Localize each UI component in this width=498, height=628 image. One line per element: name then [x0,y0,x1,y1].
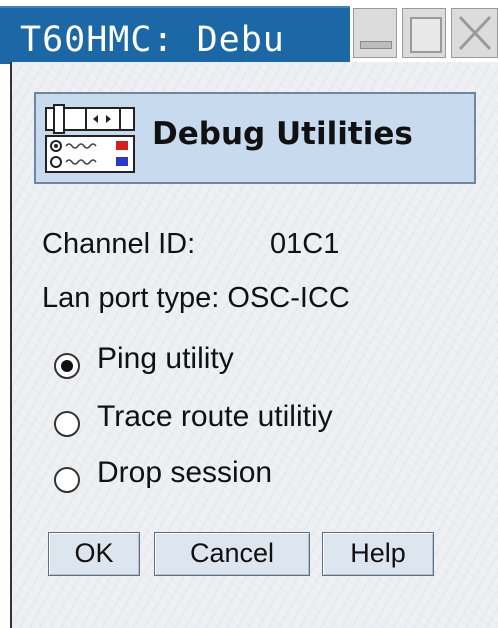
title-bar: T60HMC: Debu [0,0,498,64]
radio-label: Ping utility [97,342,234,375]
help-button[interactable]: Help [322,532,434,576]
lan-port-value: OSC-ICC [227,282,350,314]
close-icon [458,15,492,51]
channel-id-row: Channel ID: 01C1 [42,228,339,261]
radio-label: Drop session [97,456,273,489]
ok-button[interactable]: OK [48,532,140,576]
lan-port-label: Lan port type: [42,282,220,314]
title-bar-active-area[interactable]: T60HMC: Debu [0,6,350,64]
close-button[interactable] [451,8,498,58]
cancel-button[interactable]: Cancel [154,532,310,576]
header-panel: Debug Utilities [34,92,476,184]
channel-id-label: Channel ID: [42,228,196,260]
page-title: Debug Utilities [152,116,413,152]
channel-adapter-icon [45,104,135,173]
radio-unselected-icon[interactable] [52,465,82,495]
radio-label: Trace route utilitiy [97,400,333,433]
maximize-button[interactable] [402,8,446,58]
radio-selected-icon[interactable] [52,351,82,381]
window-title: T60HMC: Debu [20,20,285,60]
radio-unselected-icon[interactable] [52,409,82,439]
minimize-button[interactable] [353,8,397,58]
lan-port-row: Lan port type: OSC-ICC [42,282,350,315]
channel-id-value: 01C1 [270,228,340,260]
dialog-body: Debug Utilities Channel ID: 01C1 Lan port… [10,62,498,628]
